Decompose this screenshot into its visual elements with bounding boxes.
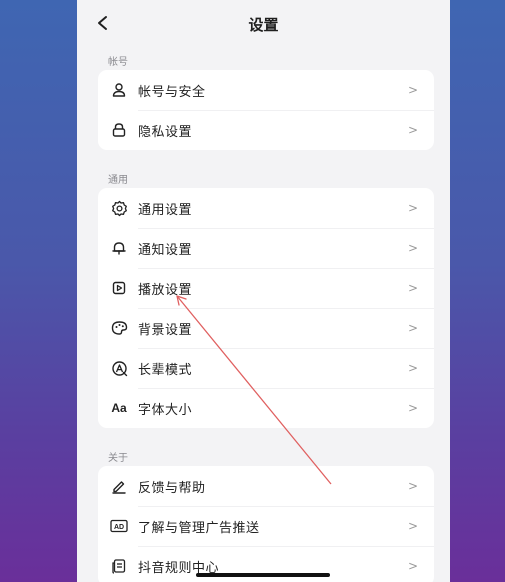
row-label: 背景设置	[138, 322, 193, 338]
chevron-right-icon: >	[407, 479, 418, 493]
svg-text:AD: AD	[114, 524, 124, 531]
header: 设置	[77, 0, 450, 50]
font-size-icon: Aa	[111, 401, 127, 415]
row-playback-settings[interactable]: 播放设置 >	[98, 268, 434, 308]
chevron-right-icon: >	[407, 123, 418, 137]
row-label: 隐私设置	[138, 124, 193, 140]
settings-screen: 设置 帐号 帐号与安全 > 隐私设置 > 通用 通用设置 > 通知设置 > 播放…	[77, 0, 450, 582]
chevron-right-icon: >	[407, 281, 418, 295]
row-elder-mode[interactable]: 长辈模式 >	[98, 348, 434, 388]
row-font-size[interactable]: Aa 字体大小 >	[98, 388, 434, 428]
chevron-right-icon: >	[407, 519, 418, 533]
row-label: 字体大小	[138, 402, 193, 418]
row-label: 帐号与安全	[138, 84, 206, 100]
row-label: 了解与管理广告推送	[138, 520, 260, 536]
person-icon	[98, 70, 138, 110]
palette-icon	[98, 308, 138, 348]
gear-icon	[98, 188, 138, 228]
general-card: 通用设置 > 通知设置 > 播放设置 > 背景设置 > 长辈模式 > Aa 字体…	[98, 188, 434, 428]
row-privacy-settings[interactable]: 隐私设置 >	[98, 110, 434, 150]
chevron-right-icon: >	[407, 201, 418, 215]
section-label-account: 帐号	[108, 57, 128, 68]
chevron-right-icon: >	[407, 361, 418, 375]
lock-icon	[98, 110, 138, 150]
page-title: 设置	[248, 16, 279, 34]
row-label: 播放设置	[138, 282, 193, 298]
row-label: 长辈模式	[138, 362, 193, 378]
rules-icon	[98, 546, 138, 582]
row-label: 反馈与帮助	[138, 480, 206, 496]
row-feedback-help[interactable]: 反馈与帮助 >	[98, 466, 434, 506]
section-label-about: 关于	[108, 453, 128, 464]
chevron-right-icon: >	[407, 83, 418, 97]
home-indicator	[196, 573, 330, 577]
row-account-security[interactable]: 帐号与安全 >	[98, 70, 434, 110]
row-label: 通知设置	[138, 242, 193, 258]
ad-icon: AD	[98, 506, 138, 546]
play-icon	[98, 268, 138, 308]
chevron-right-icon: >	[407, 401, 418, 415]
chevron-right-icon: >	[407, 241, 418, 255]
row-ad-management[interactable]: AD 了解与管理广告推送 >	[98, 506, 434, 546]
bell-icon	[98, 228, 138, 268]
row-general-settings[interactable]: 通用设置 >	[98, 188, 434, 228]
pen-icon	[98, 466, 138, 506]
chevron-right-icon: >	[407, 321, 418, 335]
chevron-right-icon: >	[407, 559, 418, 573]
row-label: 通用设置	[138, 202, 193, 218]
row-notification-settings[interactable]: 通知设置 >	[98, 228, 434, 268]
account-card: 帐号与安全 > 隐私设置 >	[98, 70, 434, 150]
about-card: 反馈与帮助 > AD 了解与管理广告推送 > 抖音规则中心 >	[98, 466, 434, 582]
section-label-general: 通用	[108, 175, 128, 186]
elder-mode-icon	[98, 348, 138, 388]
row-background-settings[interactable]: 背景设置 >	[98, 308, 434, 348]
